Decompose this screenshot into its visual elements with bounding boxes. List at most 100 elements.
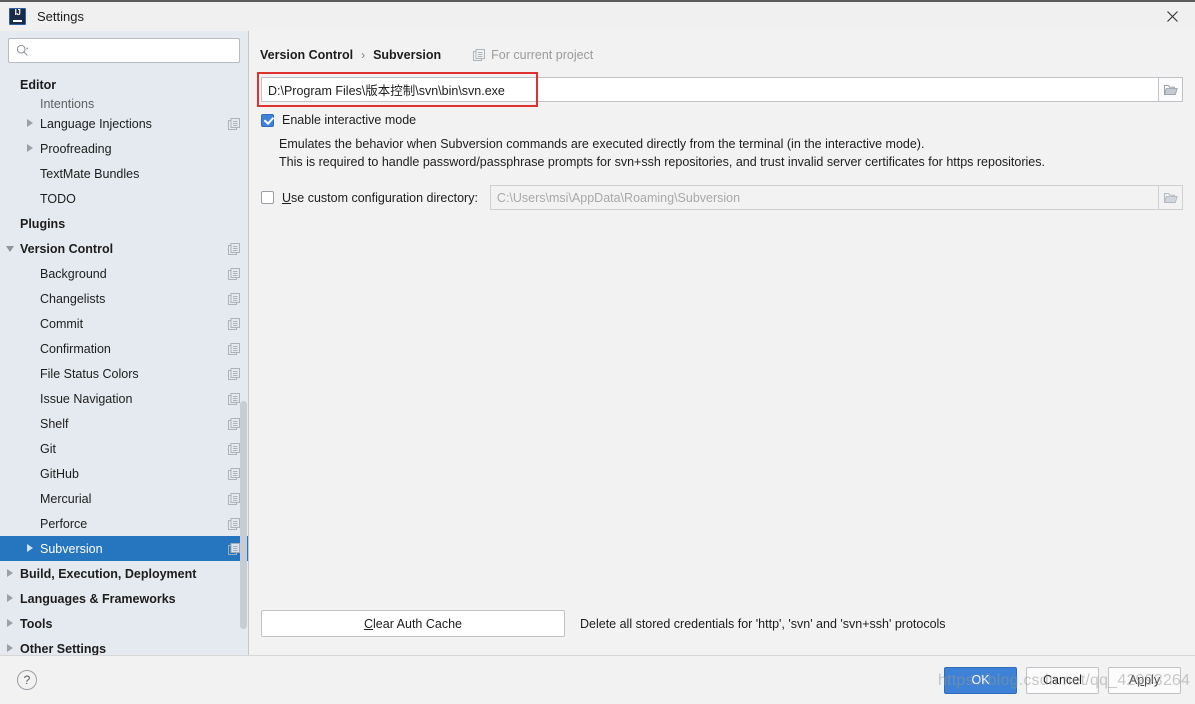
clear-auth-cache-row: Clear Auth Cache Delete all stored crede… [261, 610, 1195, 655]
close-icon [1166, 11, 1178, 22]
sidebar-item-intentions[interactable]: Intentions [0, 97, 248, 111]
svn-path-browse-button[interactable] [1158, 77, 1183, 102]
sidebar-item-other-settings[interactable]: Other Settings [0, 636, 248, 655]
custom-config-mnemonic: U [282, 190, 292, 205]
sidebar-item-confirmation[interactable]: Confirmation [0, 336, 248, 361]
sidebar-item-perforce[interactable]: Perforce [0, 511, 248, 536]
intellij-idea-logo-icon [9, 8, 26, 25]
cancel-button[interactable]: Cancel [1026, 666, 1099, 694]
search-box[interactable] [8, 38, 240, 63]
apply-mnemonic: p [1137, 673, 1145, 687]
clear-auth-cache-note: Delete all stored credentials for 'http'… [580, 616, 946, 631]
project-scope-icon [228, 117, 240, 130]
sidebar-item-shelf[interactable]: Shelf [0, 411, 248, 436]
project-scope-icon [228, 517, 240, 530]
chevron-right-icon[interactable] [6, 619, 15, 628]
search-input[interactable] [34, 42, 233, 59]
sidebar-item-build-execution-deployment[interactable]: Build, Execution, Deployment [0, 561, 248, 586]
sidebar-item-label: Commit [40, 316, 84, 331]
chevron-down-icon[interactable] [6, 244, 15, 253]
sidebar-item-tools[interactable]: Tools [0, 611, 248, 636]
sidebar-item-label: TextMate Bundles [40, 166, 140, 181]
sidebar-item-label: Intentions [40, 97, 95, 111]
custom-config-directory-checkbox[interactable] [261, 191, 274, 204]
sidebar-item-commit[interactable]: Commit [0, 311, 248, 336]
dialog-footer: ? OK Cancel Ap ply [0, 655, 1195, 704]
chevron-right-icon[interactable] [26, 544, 35, 553]
sidebar-item-git[interactable]: Git [0, 436, 248, 461]
sidebar-item-language-injections[interactable]: Language Injections [0, 111, 248, 136]
custom-config-browse-button[interactable] [1158, 185, 1183, 210]
custom-config-label-rest: se custom configuration directory: [291, 190, 478, 205]
title-bar: Settings [0, 2, 1195, 31]
search-container [0, 31, 248, 71]
chevron-right-icon[interactable] [26, 144, 35, 153]
settings-tree[interactable]: Editor Intentions Language Injections Proof… [0, 71, 248, 655]
sidebar-item-editor[interactable]: Editor [0, 72, 248, 97]
sidebar-item-label: Plugins [20, 216, 66, 231]
clear-auth-cache-button[interactable]: Clear Auth Cache [261, 610, 565, 637]
enable-interactive-mode-row[interactable]: Enable interactive mode [261, 113, 1195, 127]
chevron-right-icon[interactable] [6, 644, 15, 653]
custom-config-directory-row: Use custom configuration directory: C:\U… [261, 185, 1183, 210]
ok-button[interactable]: OK [944, 666, 1017, 694]
help-button[interactable]: ? [17, 670, 37, 690]
window-title: Settings [37, 9, 84, 24]
custom-config-directory-input[interactable]: C:\Users\msi\AppData\Roaming\Subversion [489, 185, 1158, 210]
settings-dialog: Settings EditorIntentionsLa [0, 0, 1195, 704]
help-icon: ? [23, 673, 31, 687]
sidebar-scrollbar-thumb[interactable] [240, 401, 247, 629]
sidebar-item-label: Tools [20, 616, 53, 631]
sidebar-item-issue-navigation[interactable]: Issue Navigation [0, 386, 248, 411]
folder-icon [1163, 84, 1178, 95]
apply-button[interactable]: Ap ply [1108, 666, 1181, 694]
project-scope-icon [228, 267, 240, 280]
interactive-mode-description: Emulates the behavior when Subversion co… [279, 135, 1195, 171]
sidebar-item-label: Shelf [40, 416, 69, 431]
custom-config-directory-label: Use custom configuration directory: [282, 191, 478, 205]
sidebar-item-label: Subversion [40, 541, 103, 556]
project-scope-icon [228, 542, 240, 555]
sidebar-item-label: Build, Execution, Deployment [20, 566, 197, 581]
chevron-right-icon[interactable] [6, 594, 15, 603]
project-scope-icon [228, 367, 240, 380]
chevron-right-icon[interactable] [26, 119, 35, 128]
breadcrumb-separator-icon: › [361, 47, 366, 62]
sidebar-item-github[interactable]: GitHub [0, 461, 248, 486]
svn-path-field-wrap[interactable]: D:\Program Files\版本控制\svn\bin\svn.exe [261, 77, 1183, 102]
sidebar-item-label: Confirmation [40, 341, 111, 356]
sidebar-item-file-status-colors[interactable]: File Status Colors [0, 361, 248, 386]
sidebar-item-subversion[interactable]: Subversion [0, 536, 248, 561]
sidebar-item-plugins[interactable]: Plugins [0, 211, 248, 236]
sidebar-item-label: Changelists [40, 291, 106, 306]
sidebar-item-proofreading[interactable]: Proofreading [0, 136, 248, 161]
breadcrumb: Version Control › Subversion For current… [249, 31, 1195, 63]
enable-interactive-mode-label: Enable interactive mode [282, 113, 417, 127]
sidebar-item-label: Proofreading [40, 141, 112, 156]
project-scope-icon [228, 342, 240, 355]
svn-path-input[interactable]: D:\Program Files\版本控制\svn\bin\svn.exe [261, 77, 1158, 102]
settings-sidebar: Editor Intentions Language Injections Proof… [0, 31, 249, 655]
project-scope-icon [228, 242, 240, 255]
folder-icon [1163, 192, 1178, 203]
sidebar-item-label: Editor [20, 77, 57, 92]
sidebar-item-mercurial[interactable]: Mercurial [0, 486, 248, 511]
chevron-right-icon[interactable] [6, 569, 15, 578]
sidebar-item-version-control[interactable]: Version Control [0, 236, 248, 261]
sidebar-item-label: File Status Colors [40, 366, 139, 381]
sidebar-item-label: Other Settings [20, 641, 107, 656]
sidebar-item-label: GitHub [40, 466, 79, 481]
sidebar-item-label: Version Control [20, 241, 114, 256]
sidebar-item-languages-frameworks[interactable]: Languages & Frameworks [0, 586, 248, 611]
apply-label-pre: A [1128, 673, 1138, 687]
settings-main-panel: Version Control › Subversion For current… [249, 31, 1195, 655]
sidebar-item-changelists[interactable]: Changelists [0, 286, 248, 311]
close-button[interactable] [1149, 2, 1195, 31]
sidebar-item-todo[interactable]: TODO [0, 186, 248, 211]
sidebar-item-label: Issue Navigation [40, 391, 133, 406]
sidebar-item-background[interactable]: Background [0, 261, 248, 286]
dialog-body: Editor Intentions Language Injections Proof… [0, 31, 1195, 655]
enable-interactive-mode-checkbox[interactable] [261, 113, 274, 127]
breadcrumb-parent[interactable]: Version Control [260, 48, 353, 62]
sidebar-item-textmate-bundles[interactable]: TextMate Bundles [0, 161, 248, 186]
